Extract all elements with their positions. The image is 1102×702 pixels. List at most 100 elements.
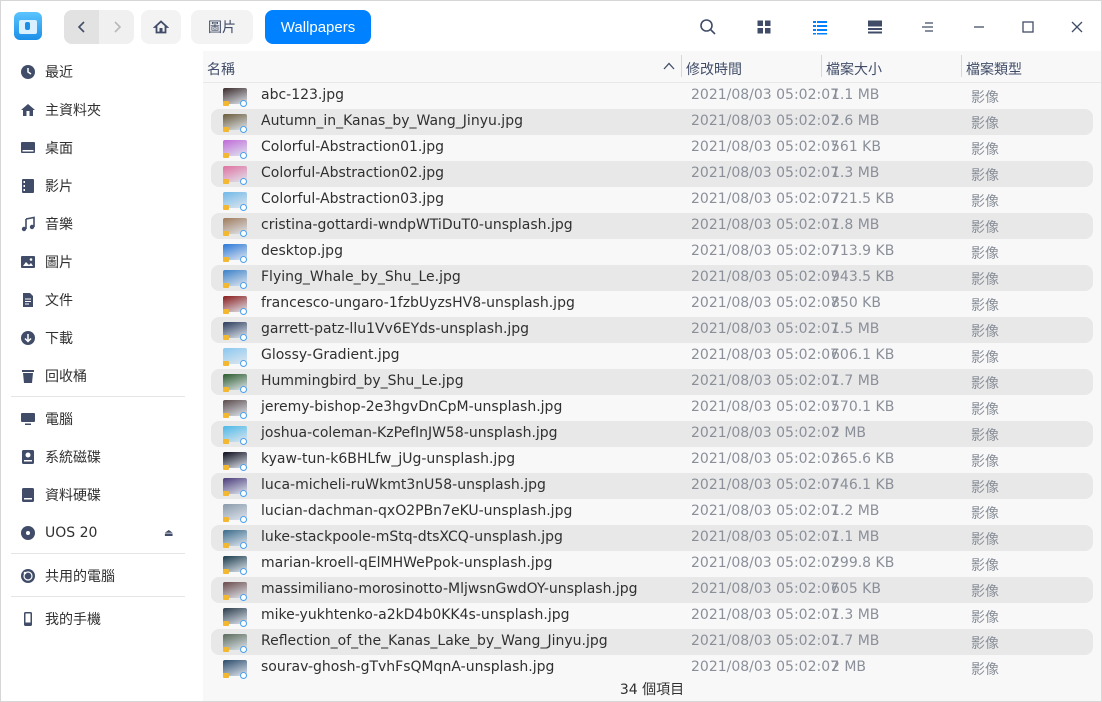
computer-icon [20,411,36,427]
file-modified-date: 2021/08/03 05:02:07 [691,607,840,623]
file-size: 2 MB [831,425,867,441]
maximize-button[interactable] [1016,15,1040,39]
breadcrumb-wallpapers[interactable]: Wallpapers [265,10,371,44]
column-separator[interactable] [961,55,962,77]
trash-icon [20,368,36,384]
file-name: Reflection_of_the_Kanas_Lake_by_Wang_Jin… [261,633,608,649]
file-manager-window: 圖片 Wallpapers 最近 主資料夾 桌面 影片 音樂 圖片 文件 下載 … [0,0,1102,702]
file-row[interactable]: kyaw-tun-k6BHLfw_jUg-unsplash.jpg 2021/08… [211,447,1093,473]
sidebar-item-desktop[interactable]: 桌面 [1,130,203,166]
sidebar-item-uos20[interactable]: UOS 20 ⏏ [1,515,203,551]
file-size: 561 KB [831,139,881,155]
sidebar-item-music[interactable]: 音樂 [1,206,203,242]
file-row[interactable]: Flying_Whale_by_Shu_Le.jpg 2021/08/03 05:… [211,265,1093,291]
column-separator[interactable] [681,55,682,77]
file-row[interactable]: luca-micheli-ruWkmt3nU58-unsplash.jpg 202… [211,473,1093,499]
chevron-right-icon [113,21,121,33]
search-button[interactable] [696,15,720,39]
file-type: 影像 [971,272,999,288]
file-row[interactable]: francesco-ungaro-1fzbUyzsHV8-unsplash.jp… [211,291,1093,317]
file-row[interactable]: Colorful-Abstraction02.jpg 2021/08/03 05:… [211,161,1093,187]
file-row[interactable]: desktop.jpg 2021/08/03 05:02:07 713.9 KB 影像 [211,239,1093,265]
close-button[interactable] [1065,15,1089,39]
home-breadcrumb-button[interactable] [141,10,181,44]
file-type: 影像 [971,532,999,548]
file-row[interactable]: Autumn_in_Kanas_by_Wang_Jinyu.jpg 2021/08… [211,109,1093,135]
sidebar-item-home[interactable]: 主資料夾 [1,92,203,128]
file-name: marian-kroell-qElMHWePpok-unsplash.jpg [261,555,553,571]
file-row[interactable]: luke-stackpoole-mStq-dtsXCQ-unsplash.jpg… [211,525,1093,551]
minimize-button[interactable] [967,15,991,39]
lock-icon [223,257,229,262]
file-row[interactable]: Hummingbird_by_Shu_Le.jpg 2021/08/03 05:0… [211,369,1093,395]
sidebar-item-data-disk[interactable]: 資料硬碟 [1,477,203,513]
sidebar-item-phone[interactable]: 我的手機 [1,601,203,637]
close-icon [1071,21,1083,33]
lock-icon [223,595,229,600]
sidebar-item-pictures[interactable]: 圖片 [1,244,203,280]
sidebar-item-videos[interactable]: 影片 [1,168,203,204]
sidebar-item-downloads[interactable]: 下載 [1,320,203,356]
file-row[interactable]: massimiliano-morosinotto-MljwsnGwdOY-uns… [211,577,1093,603]
lock-icon [223,361,229,366]
file-modified-date: 2021/08/03 05:02:07 [691,87,840,103]
symlink-icon [240,620,247,627]
symlink-icon [240,672,247,679]
sidebar-divider [11,396,185,397]
file-modified-date: 2021/08/03 05:02:07 [691,633,840,649]
file-modified-date: 2021/08/03 05:02:07 [691,451,840,467]
column-separator[interactable] [821,55,822,77]
file-row[interactable]: Colorful-Abstraction01.jpg 2021/08/03 05:… [211,135,1093,161]
lock-icon [223,309,229,314]
music-icon [20,216,36,232]
column-type-header[interactable]: 檔案類型 [966,59,1022,79]
sidebar-divider [11,553,185,554]
file-row[interactable]: Reflection_of_the_Kanas_Lake_by_Wang_Jin… [211,629,1093,655]
back-button[interactable] [64,10,99,44]
icon-view-button[interactable] [752,15,776,39]
column-name-header[interactable]: 名稱 [207,59,235,79]
search-icon [700,19,716,35]
file-row[interactable]: lucian-dachman-qxO2PBn7eKU-unsplash.jpg 2… [211,499,1093,525]
file-modified-date: 2021/08/03 05:02:07 [691,425,840,441]
sidebar-item-network[interactable]: 共用的電腦 [1,558,203,594]
lock-icon [223,153,229,158]
file-modified-date: 2021/08/03 05:02:07 [691,399,840,415]
file-row[interactable]: marian-kroell-qElMHWePpok-unsplash.jpg 20… [211,551,1093,577]
sidebar-item-documents[interactable]: 文件 [1,282,203,318]
sidebar-item-system-disk[interactable]: 系統磁碟 [1,439,203,475]
file-row[interactable]: jeremy-bishop-2e3hgvDnCpM-unsplash.jpg 20… [211,395,1093,421]
symlink-icon [240,594,247,601]
lock-icon [223,491,229,496]
breadcrumb-pictures[interactable]: 圖片 [191,10,253,44]
lock-icon [223,283,229,288]
file-row[interactable]: garrett-patz-llu1Vv6EYds-unsplash.jpg 202… [211,317,1093,343]
symlink-icon [240,100,247,107]
forward-button[interactable] [99,10,134,44]
file-row[interactable]: Colorful-Abstraction03.jpg 2021/08/03 05:… [211,187,1093,213]
menu-button[interactable] [916,15,940,39]
data-disk-icon [20,487,36,503]
column-modified-header[interactable]: 修改時間 [686,59,742,79]
symlink-icon [240,490,247,497]
lock-icon [223,543,229,548]
file-modified-date: 2021/08/03 05:02:07 [691,217,840,233]
detail-panel-button[interactable] [863,15,887,39]
sidebar-item-label: 電腦 [45,412,73,428]
file-row[interactable]: abc-123.jpg 2021/08/03 05:02:07 1.1 MB 影像 [211,83,1093,109]
picture-icon [20,254,36,270]
file-row[interactable]: Glossy-Gradient.jpg 2021/08/03 05:02:07 60… [211,343,1093,369]
file-name: kyaw-tun-k6BHLfw_jUg-unsplash.jpg [261,451,516,467]
file-size: 299.8 KB [831,555,895,571]
sidebar-item-trash[interactable]: 回收桶 [1,358,203,394]
list-view-button[interactable] [808,15,832,39]
file-row[interactable]: mike-yukhtenko-a2kD4b0KK4s-unsplash.jpg 2… [211,603,1093,629]
sidebar-item-computer[interactable]: 電腦 [1,401,203,437]
sidebar-item-recent[interactable]: 最近 [1,54,203,90]
file-row[interactable]: cristina-gottardi-wndpWTiDuT0-unsplash.j… [211,213,1093,239]
sort-ascending-icon[interactable] [663,62,675,70]
column-size-header[interactable]: 檔案大小 [826,59,882,79]
eject-icon[interactable]: ⏏ [164,528,173,539]
file-row[interactable]: joshua-coleman-KzPefInJW58-unsplash.jpg 2… [211,421,1093,447]
file-row[interactable]: sourav-ghosh-gTvhFsQMqnA-unsplash.jpg 202… [211,655,1093,681]
